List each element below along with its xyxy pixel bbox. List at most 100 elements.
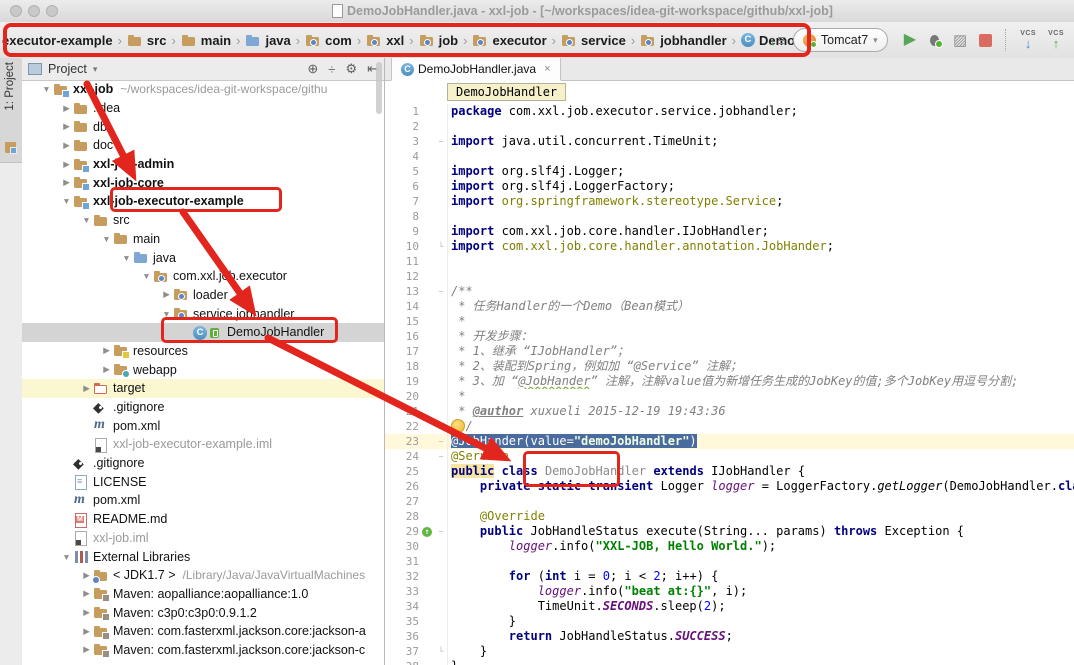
tree-item-8-main[interactable]: ▼main — [22, 230, 384, 249]
breadcrumb-item-executor-example[interactable]: executor-example — [2, 33, 113, 48]
fold-marker[interactable]: − — [435, 524, 447, 539]
debug-button[interactable] — [928, 34, 941, 47]
editor-breadcrumb-chip[interactable]: DemoJobHandler — [447, 83, 566, 101]
code-line-9[interactable]: 9import com.xxl.job.core.handler.IJobHan… — [385, 224, 1074, 239]
tree-expand-arrow[interactable]: ▶ — [100, 364, 113, 375]
tree-item-5-xxl-job-core[interactable]: ▶xxl-job-core — [22, 173, 384, 192]
code-line-7[interactable]: 7import org.springframework.stereotype.S… — [385, 194, 1074, 209]
tree-item-25-External-Libraries[interactable]: ▼External Libraries — [22, 547, 384, 566]
tree-item-6-xxl-job-executor-example[interactable]: ▼xxl-job-executor-example — [22, 192, 384, 211]
run-configuration-select[interactable]: Tomcat7 ▾ — [793, 28, 888, 52]
breadcrumb-item-com[interactable]: com — [305, 33, 352, 48]
code-line-11[interactable]: 11 — [385, 254, 1074, 269]
code-line-8[interactable]: 8 — [385, 209, 1074, 224]
code-line-6[interactable]: 6import org.slf4j.LoggerFactory; — [385, 179, 1074, 194]
tree-item-24-xxl-job.iml[interactable]: xxl-job.iml — [22, 529, 384, 548]
code-line-25[interactable]: 25public class DemoJobHandler extends IJ… — [385, 464, 1074, 479]
breadcrumb-item-src[interactable]: src — [127, 33, 167, 48]
fold-marker[interactable]: − — [435, 434, 447, 449]
code-line-23[interactable]: 23−@JobHander(value="demoJobHandler") — [385, 434, 1074, 449]
tree-expand-arrow[interactable]: ▶ — [80, 383, 93, 394]
tree-expand-arrow[interactable]: ▶ — [80, 607, 93, 618]
fold-marker[interactable]: └ — [435, 644, 447, 659]
tree-item-15-webapp[interactable]: ▶webapp — [22, 360, 384, 379]
code-line-29[interactable]: 29↑− public JobHandleStatus execute(Stri… — [385, 524, 1074, 539]
tree-item-29-Maven-com.fasterxml.jackson.core-jackson-a[interactable]: ▶Maven: com.fasterxml.jackson.core:jacks… — [22, 622, 384, 641]
code-line-13[interactable]: 13−/** — [385, 284, 1074, 299]
code-line-30[interactable]: 30 logger.info("XXL-JOB, Hello World."); — [385, 539, 1074, 554]
code-line-21[interactable]: 21 * @author xuxueli 2015-12-19 19:43:36 — [385, 404, 1074, 419]
run-button[interactable]: ▶ — [904, 32, 916, 48]
project-tool-window-tab[interactable]: 1: Project — [0, 58, 22, 163]
fold-marker[interactable]: − — [435, 449, 447, 464]
editor-tab-demojobhandler[interactable]: C DemoJobHandler.java × — [391, 58, 561, 81]
tree-expand-arrow[interactable]: ▼ — [160, 309, 173, 319]
code-line-14[interactable]: 14 * 任务Handler的一个Demo（Bean模式） — [385, 299, 1074, 314]
code-line-4[interactable]: 4 — [385, 149, 1074, 164]
breadcrumb-item-jobhandler[interactable]: jobhandler — [640, 33, 726, 48]
tree-expand-arrow[interactable]: ▶ — [80, 588, 93, 599]
tree-item-3-doc[interactable]: ▶doc — [22, 136, 384, 155]
tree-expand-arrow[interactable]: ▶ — [100, 345, 113, 356]
code-line-33[interactable]: 33 logger.info("beat at:{}", i); — [385, 584, 1074, 599]
code-line-10[interactable]: 10└import com.xxl.job.core.handler.annot… — [385, 239, 1074, 254]
vcs-update-button[interactable]: VCS ↓ — [1020, 30, 1036, 50]
code-line-26[interactable]: 26 private static transient Logger logge… — [385, 479, 1074, 494]
tree-item-27-Maven-aopalliance-aopalliance-1.0[interactable]: ▶Maven: aopalliance:aopalliance:1.0 — [22, 585, 384, 604]
tree-expand-arrow[interactable]: ▼ — [120, 253, 133, 263]
code-line-27[interactable]: 27 — [385, 494, 1074, 509]
fold-marker[interactable]: − — [435, 134, 447, 149]
breadcrumb-item-executor[interactable]: executor — [472, 33, 546, 48]
tree-item-12-service.jobhandler[interactable]: ▼service.jobhandler — [22, 304, 384, 323]
tree-item-19-xxl-job-executor-example.iml[interactable]: xxl-job-executor-example.iml — [22, 435, 384, 454]
code-line-24[interactable]: 24−@Service — [385, 449, 1074, 464]
tree-expand-arrow[interactable]: ▼ — [140, 271, 153, 281]
close-button[interactable] — [10, 5, 22, 17]
code-line-32[interactable]: 32 for (int i = 0; i < 2; i++) { — [385, 569, 1074, 584]
code-line-15[interactable]: 15 * — [385, 314, 1074, 329]
scroll-down-icon[interactable]: ↓ — [769, 33, 785, 48]
tree-expand-arrow[interactable]: ▶ — [80, 626, 93, 637]
tree-expand-arrow[interactable]: ▼ — [80, 215, 93, 225]
tree-item-16-target[interactable]: ▶target — [22, 379, 384, 398]
tree-item-10-com.xxl.job.executor[interactable]: ▼com.xxl.job.executor — [22, 267, 384, 286]
code-line-12[interactable]: 12 — [385, 269, 1074, 284]
tree-item-13-DemoJobHandler[interactable]: DemoJobHandler — [22, 323, 384, 342]
code-line-35[interactable]: 35 } — [385, 614, 1074, 629]
tree-expand-arrow[interactable]: ▼ — [60, 552, 73, 562]
tree-item-26-<-JDK1.7->[interactable]: ▶< JDK1.7 >/Library/Java/JavaVirtualMach… — [22, 566, 384, 585]
breadcrumb-item-xxl[interactable]: xxl — [366, 33, 404, 48]
tree-expand-arrow[interactable]: ▶ — [60, 121, 73, 132]
code-line-22[interactable]: 22 */ — [385, 419, 1074, 434]
breadcrumb-item-service[interactable]: service — [561, 33, 626, 48]
tree-expand-arrow[interactable]: ▼ — [100, 234, 113, 244]
code-line-2[interactable]: 2 — [385, 119, 1074, 134]
tree-expand-arrow[interactable]: ▶ — [60, 177, 73, 188]
tree-expand-arrow[interactable]: ▶ — [60, 103, 73, 114]
stop-button[interactable] — [979, 34, 992, 47]
breadcrumb-item-main[interactable]: main — [181, 33, 231, 48]
vcs-commit-button[interactable]: VCS ↑ — [1048, 30, 1064, 50]
locate-file-icon[interactable]: ⊕ — [307, 61, 318, 77]
fold-marker[interactable]: − — [435, 284, 447, 299]
tree-item-1-.idea[interactable]: ▶.idea — [22, 99, 384, 118]
code-line-38[interactable]: 38} — [385, 659, 1074, 665]
tree-item-7-src[interactable]: ▼src — [22, 211, 384, 230]
tree-item-30-Maven-com.fasterxml.jackson.core-jackson-c[interactable]: ▶Maven: com.fasterxml.jackson.core:jacks… — [22, 641, 384, 660]
code-line-34[interactable]: 34 TimeUnit.SECONDS.sleep(2); — [385, 599, 1074, 614]
code-line-17[interactable]: 17 * 1、继承 “IJobHandler”； — [385, 344, 1074, 359]
breadcrumb-item-java[interactable]: java — [245, 33, 290, 48]
settings-gear-icon[interactable]: ⚙ — [345, 61, 357, 77]
code-line-37[interactable]: 37└ } — [385, 644, 1074, 659]
tree-item-4-xxl-job-admin[interactable]: ▶xxl-job-admin — [22, 155, 384, 174]
tree-expand-arrow[interactable]: ▶ — [60, 140, 73, 151]
code-line-20[interactable]: 20 * — [385, 389, 1074, 404]
close-tab-icon[interactable]: × — [544, 63, 550, 75]
tree-item-18-pom.xml[interactable]: pom.xml — [22, 416, 384, 435]
tree-expand-arrow[interactable]: ▶ — [60, 159, 73, 170]
code-line-31[interactable]: 31 — [385, 554, 1074, 569]
tree-expand-arrow[interactable]: ▼ — [60, 196, 73, 206]
tree-item-9-java[interactable]: ▼java — [22, 248, 384, 267]
code-line-16[interactable]: 16 * 开发步骤： — [385, 329, 1074, 344]
tree-item-17-.gitignore[interactable]: .gitignore — [22, 398, 384, 417]
